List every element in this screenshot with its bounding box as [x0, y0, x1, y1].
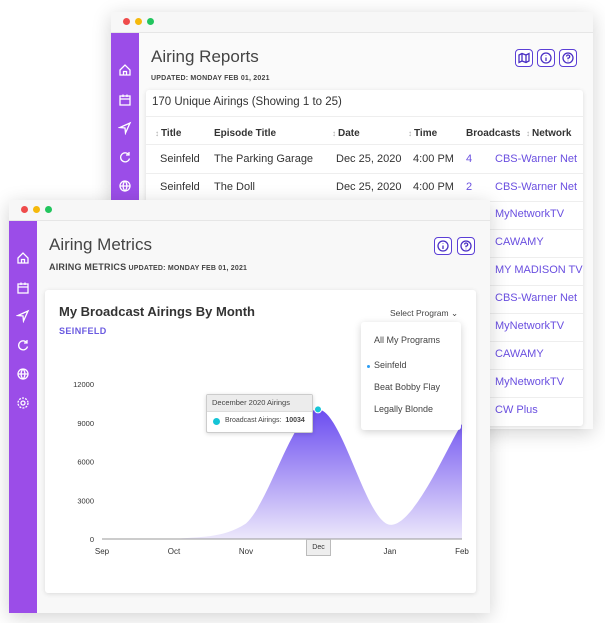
column-header-episode-title[interactable]: Episode Title — [214, 128, 276, 139]
y-tick-label: 12000 — [73, 380, 94, 389]
updated-date: UPDATED: MONDAY FEB 01, 2021 — [151, 75, 270, 82]
cell-title: Seinfeld — [160, 181, 200, 193]
cell-episode: The Parking Garage — [214, 153, 314, 165]
cell-network-link[interactable]: CW Plus — [495, 404, 538, 416]
program-dropdown-menu: All My Programs Seinfeld Beat Bobby Flay… — [361, 322, 461, 430]
column-header-title[interactable]: ↕ Title — [155, 128, 181, 139]
cell-broadcasts-link[interactable]: 4 — [466, 153, 472, 165]
minimize-window-button[interactable] — [135, 18, 142, 25]
airings-count: 170 Unique Airings (Showing 1 to 25) — [152, 96, 342, 108]
maximize-window-button[interactable] — [45, 206, 52, 213]
cell-episode: The Doll — [214, 181, 255, 193]
info-icon — [437, 240, 449, 252]
home-icon[interactable] — [16, 251, 30, 265]
cell-date: Dec 25, 2020 — [336, 153, 402, 165]
calendar-icon[interactable] — [16, 281, 30, 295]
y-tick-label: 0 — [90, 535, 94, 544]
cell-network-link[interactable]: MyNetworkTV — [495, 208, 564, 220]
cell-network-link[interactable]: CBS-Warner Net — [495, 292, 577, 304]
column-header-date[interactable]: ↕ Date — [332, 128, 360, 139]
chevron-down-icon: ⌄ — [450, 308, 459, 318]
chart-tooltip: December 2020 Airings Broadcast Airings:… — [206, 394, 313, 433]
minimize-window-button[interactable] — [33, 206, 40, 213]
window-titlebar — [9, 200, 490, 221]
close-window-button[interactable] — [123, 18, 130, 25]
map-button[interactable] — [515, 49, 533, 67]
broadcast-chart-card: My Broadcast Airings By Month SEINFELD 0… — [45, 290, 476, 593]
x-tick-label: Sep — [95, 547, 110, 556]
cell-network-link[interactable]: MyNetworkTV — [495, 320, 564, 332]
y-tick-label: 6000 — [77, 458, 94, 467]
dropdown-item-seinfeld[interactable]: Seinfeld — [374, 360, 407, 370]
help-icon — [562, 52, 574, 64]
page-title: Airing Metrics — [49, 235, 152, 254]
settings-icon[interactable] — [16, 396, 30, 410]
tooltip-value: Broadcast Airings: 10034 — [225, 417, 305, 424]
close-window-button[interactable] — [21, 206, 28, 213]
cell-title: Seinfeld — [160, 153, 200, 165]
column-header-time[interactable]: ↕ Time — [408, 128, 437, 139]
maximize-window-button[interactable] — [147, 18, 154, 25]
cell-time: 4:00 PM — [413, 153, 454, 165]
cell-broadcasts-link[interactable]: 2 — [466, 181, 472, 193]
cell-network-link[interactable]: CBS-Warner Net — [495, 153, 577, 165]
info-button[interactable] — [537, 49, 555, 67]
column-header-broadcasts[interactable]: Broadcasts — [466, 128, 520, 139]
tooltip-title: December 2020 Airings — [207, 395, 312, 412]
select-program-dropdown[interactable]: Select Program ⌄ — [390, 308, 458, 319]
sidebar — [9, 221, 37, 613]
info-button[interactable] — [434, 237, 452, 255]
help-button[interactable] — [559, 49, 577, 67]
cell-network-link[interactable]: CAWAMY — [495, 348, 544, 360]
cell-date: Dec 25, 2020 — [336, 181, 402, 193]
info-icon — [540, 52, 552, 64]
data-point-dec[interactable] — [314, 405, 322, 414]
selected-bullet-icon — [367, 365, 370, 368]
cell-network-link[interactable]: CAWAMY — [495, 236, 544, 248]
dropdown-item-beat-bobby-flay[interactable]: Beat Bobby Flay — [374, 382, 440, 392]
dropdown-item-all[interactable]: All My Programs — [374, 335, 440, 345]
home-icon[interactable] — [118, 63, 132, 77]
calendar-icon[interactable] — [118, 93, 132, 107]
navigation-icon[interactable] — [15, 309, 30, 324]
series-marker — [213, 418, 220, 425]
x-tick-label: Feb — [455, 547, 469, 556]
cell-network-link[interactable]: MyNetworkTV — [495, 376, 564, 388]
x-tick-label: Jan — [384, 547, 397, 556]
navigation-icon[interactable] — [117, 121, 132, 136]
page-title: Airing Reports — [151, 47, 259, 66]
x-tick-label: Oct — [168, 547, 181, 556]
updated-date: AIRING METRICS UPDATED: MONDAY FEB 01, 2… — [49, 262, 248, 272]
airing-metrics-window: Airing Metrics AIRING METRICS UPDATED: M… — [9, 200, 490, 613]
dropdown-item-legally-blonde[interactable]: Legally Blonde — [374, 404, 433, 414]
help-button[interactable] — [457, 237, 475, 255]
refresh-icon[interactable] — [16, 338, 30, 352]
x-tick-label: Nov — [239, 547, 253, 556]
cell-network-link[interactable]: CBS-Warner Net — [495, 181, 577, 193]
cell-network-link[interactable]: MY MADISON TV — [495, 264, 583, 276]
y-tick-label: 9000 — [77, 419, 94, 428]
refresh-icon[interactable] — [118, 150, 132, 164]
globe-icon[interactable] — [118, 179, 132, 193]
y-tick-label: 3000 — [77, 496, 94, 505]
map-icon — [518, 52, 530, 64]
globe-icon[interactable] — [16, 367, 30, 381]
cell-time: 4:00 PM — [413, 181, 454, 193]
window-titlebar — [111, 12, 593, 33]
help-icon — [460, 240, 472, 252]
highlighted-month-label: Dec — [306, 539, 331, 556]
column-header-network[interactable]: ↕ Network — [526, 128, 571, 139]
